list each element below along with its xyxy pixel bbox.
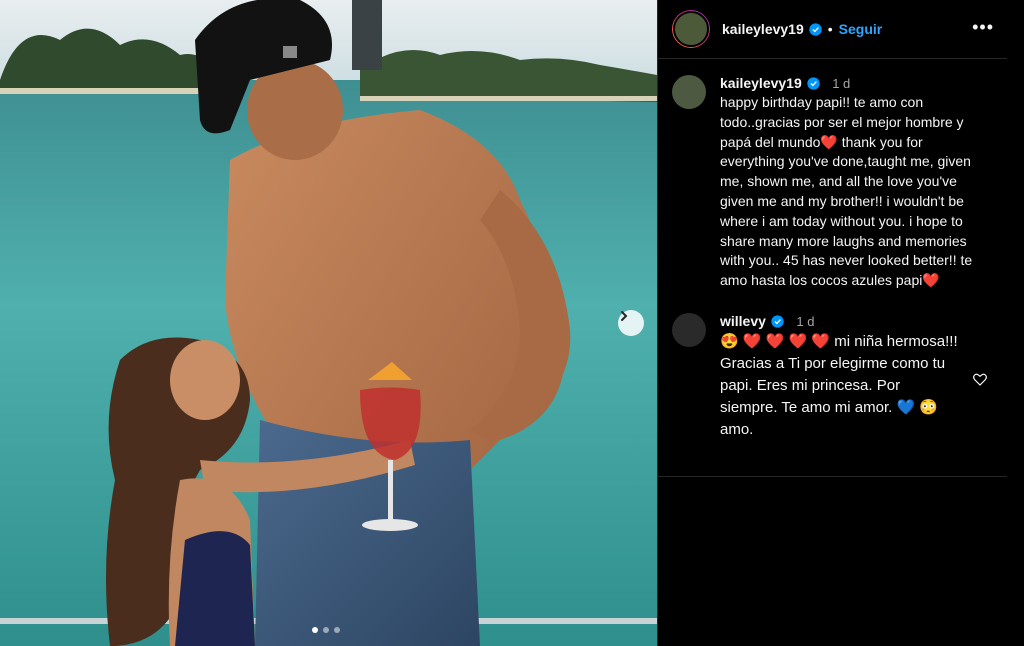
verified-badge-icon [809,22,822,36]
more-options-button[interactable]: ••• [972,18,994,36]
blush-emoji: 😳 [919,398,938,416]
caption-text-part: thank you for everything you've done,tau… [720,133,973,289]
reply-avatar[interactable] [672,312,706,347]
reply-text-part: amo. [720,420,754,438]
reply-username[interactable]: willevy [720,313,766,329]
blue-heart-emoji: 💙 [896,398,916,416]
post-actions-area [658,476,1008,646]
caption-text: happy birthday papi!! te amo con todo..g… [720,93,980,291]
heart-emoji: ❤️ [922,272,940,289]
follow-button[interactable]: Seguir [839,21,883,37]
author-avatar[interactable] [672,10,710,48]
photo-illustration [0,0,657,646]
post-header: kaileylevy19 • Seguir ••• [658,0,1008,59]
reply-emojis: 😍 ❤️ ❤️ ❤️ ❤️ [720,332,831,350]
carousel-dot [323,627,329,633]
carousel-dot [312,627,318,633]
post-side-panel: kaileylevy19 • Seguir ••• kaileylevy19 1… [657,0,1008,646]
caption-avatar[interactable] [672,75,706,109]
reply-text: 😍 ❤️ ❤️ ❤️ ❤️ mi niña hermosa!!! Gracias… [720,331,960,441]
carousel-indicators [312,627,340,633]
author-username[interactable]: kaileylevy19 [722,21,804,37]
reply-comment: willevy 1 d 😍 ❤️ ❤️ ❤️ ❤️ mi niña hermos… [658,312,1008,441]
verified-badge-icon [771,315,784,328]
carousel-next-button[interactable] [618,310,644,336]
caption-timestamp[interactable]: 1 d [832,76,850,91]
page-right-edge [1007,0,1024,646]
caption-username[interactable]: kaileylevy19 [720,75,802,91]
reply-timestamp[interactable]: 1 d [796,314,814,329]
carousel-dot [334,627,340,633]
post-photo [0,0,657,646]
like-comment-heart-icon[interactable] [972,371,988,387]
verified-badge-icon [807,77,820,90]
caption-comment: kaileylevy19 1 d happy birthday papi!! t… [658,75,1008,291]
chevron-right-icon [621,311,628,321]
heart-emoji: ❤️ [820,133,838,150]
header-separator: • [827,21,833,37]
